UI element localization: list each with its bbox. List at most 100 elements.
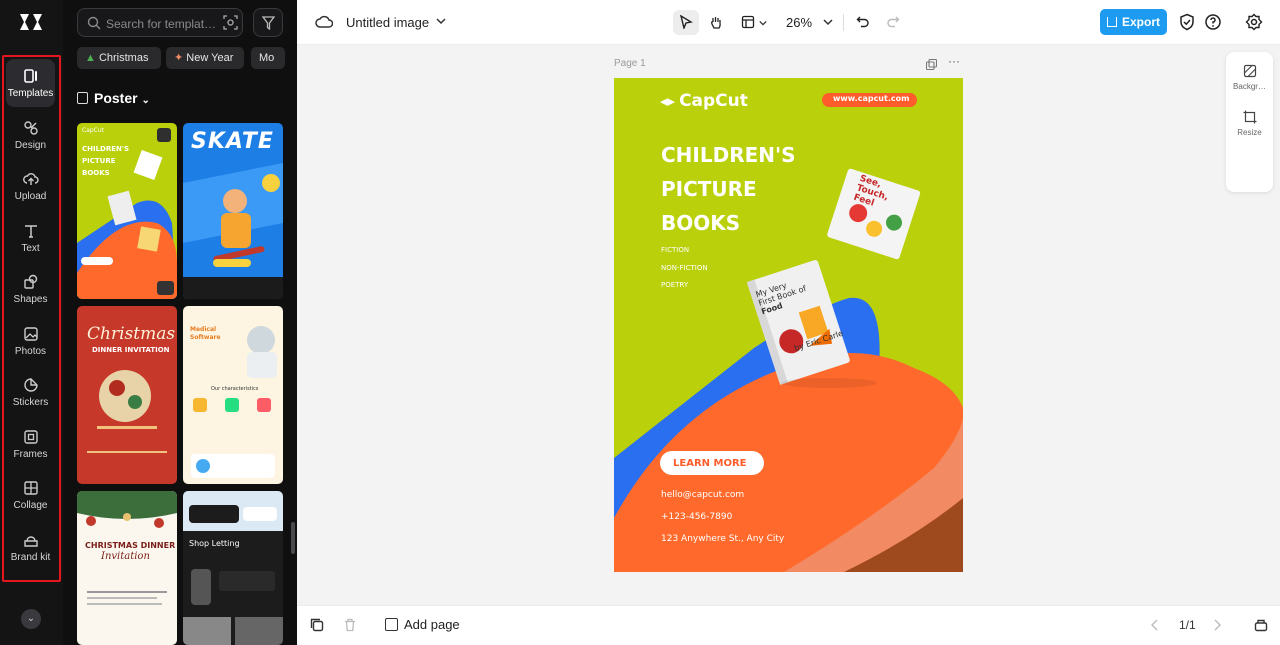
poster-genres: FICTION NON-FICTION POETRY — [661, 242, 708, 295]
capcut-logo-icon[interactable] — [16, 10, 46, 34]
help-icon[interactable] — [1204, 13, 1222, 31]
rail-item-templates[interactable]: Templates — [6, 59, 55, 107]
template-thumb[interactable]: SKATE — [183, 123, 283, 299]
chevron-down-icon — [759, 20, 767, 26]
rail-item-photos[interactable]: Photos — [6, 317, 55, 365]
rail-label: Collage — [13, 500, 48, 511]
pages-panel-icon[interactable] — [1254, 618, 1268, 632]
thumb-subtitle: Invitation — [101, 551, 150, 562]
document-title[interactable]: Untitled image — [346, 15, 429, 30]
rail-item-brand-kit[interactable]: Brand kit — [6, 523, 55, 579]
capcut-editor: Templates Design Upload Text Shapes Phot… — [0, 0, 1280, 645]
poster-brand: ◂▸ CapCut — [660, 91, 748, 111]
zoom-level[interactable]: 26% — [786, 15, 812, 30]
filter-icon — [262, 16, 275, 30]
redo-icon — [887, 16, 900, 28]
filter-button[interactable] — [253, 8, 283, 37]
rail-item-frames[interactable]: Frames — [6, 420, 55, 468]
templates-panel: Search for templat… ▲ Christmas ✦ New Ye… — [63, 0, 297, 645]
settings-icon[interactable] — [1245, 13, 1263, 31]
thumb-title: Christmas — [87, 324, 176, 344]
cloud-save-icon[interactable] — [315, 14, 333, 30]
divider — [843, 14, 844, 31]
search-placeholder: Search for templat… — [106, 17, 216, 31]
rail-label: Frames — [13, 449, 48, 460]
rail-label: Templates — [7, 88, 54, 99]
add-page-label: Add page — [404, 617, 460, 632]
template-thumb[interactable]: Medical Software Our characteristics — [183, 306, 283, 484]
shapes-icon — [23, 274, 37, 289]
side-tool-label: Backgr… — [1233, 82, 1266, 91]
panel-scrollbar[interactable] — [291, 522, 295, 554]
export-button[interactable]: Export — [1100, 9, 1167, 35]
search-input[interactable]: Search for templat… — [77, 8, 243, 37]
background-icon — [1243, 64, 1256, 78]
thumb-title: Shop Letting — [189, 539, 240, 548]
poster-phone: +123-456-7890 — [661, 512, 733, 522]
upload-icon — [22, 173, 39, 185]
layout-icon — [741, 15, 755, 29]
layout-tool-button[interactable] — [735, 10, 771, 35]
trash-icon[interactable] — [343, 618, 357, 632]
shield-icon[interactable] — [1178, 13, 1196, 31]
section-poster-dropdown[interactable]: Poster ⌄ — [77, 88, 150, 108]
template-thumb[interactable]: CapCut CHILDREN'S PICTURE BOOKS — [77, 123, 177, 299]
left-rail: Templates Design Upload Text Shapes Phot… — [0, 0, 63, 645]
chevron-down-icon[interactable]: ⌄ — [21, 609, 41, 629]
more-options-icon[interactable]: ··· — [948, 54, 960, 68]
hand-icon — [711, 17, 721, 29]
chip-label: Mo — [259, 52, 275, 64]
section-label: Poster — [94, 90, 138, 106]
side-tool-label: Resize — [1237, 128, 1262, 137]
background-tool-button[interactable]: Backgr… — [1226, 64, 1273, 91]
poster-title: CHILDREN'S PICTURE BOOKS — [661, 138, 796, 240]
rail-item-design[interactable]: Design — [6, 111, 55, 159]
next-page-icon[interactable] — [1210, 618, 1224, 632]
add-page-icon — [385, 618, 398, 631]
chevron-down-icon[interactable] — [823, 17, 833, 27]
page-label: Page 1 — [614, 58, 646, 69]
duplicate-page-icon[interactable] — [926, 59, 937, 70]
export-label: Export — [1121, 15, 1160, 29]
rail-item-shapes[interactable]: Shapes — [6, 265, 55, 313]
add-page-button[interactable]: Add page — [385, 617, 460, 632]
brand-kit-icon — [23, 536, 38, 547]
rail-item-collage[interactable]: Collage — [6, 471, 55, 519]
text-icon — [24, 225, 37, 238]
resize-tool-button[interactable]: Resize — [1226, 110, 1273, 137]
photos-icon — [23, 327, 38, 341]
hand-tool-button[interactable] — [703, 10, 729, 35]
chip-more[interactable]: Mo — [251, 47, 285, 69]
brand-text: CapCut — [679, 91, 748, 111]
rail-item-upload[interactable]: Upload — [6, 162, 55, 210]
chip-new-year[interactable]: ✦ New Year — [166, 47, 244, 69]
canvas-area: Page 1 ··· ◂▸ CapCut www.capcut.com CHIL… — [297, 45, 1280, 605]
prev-page-icon[interactable] — [1148, 618, 1162, 632]
page-counter: 1/1 — [1179, 618, 1196, 632]
template-thumb[interactable]: CHRISTMAS DINNER Invitation — [77, 491, 177, 645]
frames-icon — [23, 430, 38, 444]
title-line: BOOKS — [661, 211, 741, 235]
template-thumb[interactable]: Shop Letting — [183, 491, 283, 645]
chip-christmas[interactable]: ▲ Christmas — [77, 47, 161, 69]
chip-label: New Year — [186, 52, 234, 64]
select-tool-button[interactable] — [673, 10, 699, 35]
rail-label: Stickers — [12, 397, 49, 408]
design-icon — [23, 121, 38, 135]
chevron-down-icon[interactable] — [436, 16, 446, 26]
rail-item-stickers[interactable]: Stickers — [6, 368, 55, 416]
export-icon — [1106, 17, 1117, 27]
rail-label: Upload — [14, 191, 47, 202]
poster-design[interactable]: ◂▸ CapCut www.capcut.com CHILDREN'S PICTU… — [614, 78, 963, 572]
poster-icon — [77, 92, 88, 104]
redo-button[interactable] — [880, 10, 906, 35]
rail-label: Text — [21, 243, 40, 254]
copy-page-icon[interactable] — [310, 618, 324, 632]
undo-button[interactable] — [850, 10, 876, 35]
rail-item-text[interactable]: Text — [6, 214, 55, 262]
thumb-title: SKATE — [191, 129, 274, 154]
template-thumb[interactable]: Christmas DINNER INVITATION — [77, 306, 177, 484]
cursor-icon — [680, 15, 693, 29]
image-search-icon[interactable] — [223, 15, 238, 30]
top-bar: Untitled image 26% Export — [297, 0, 1280, 45]
